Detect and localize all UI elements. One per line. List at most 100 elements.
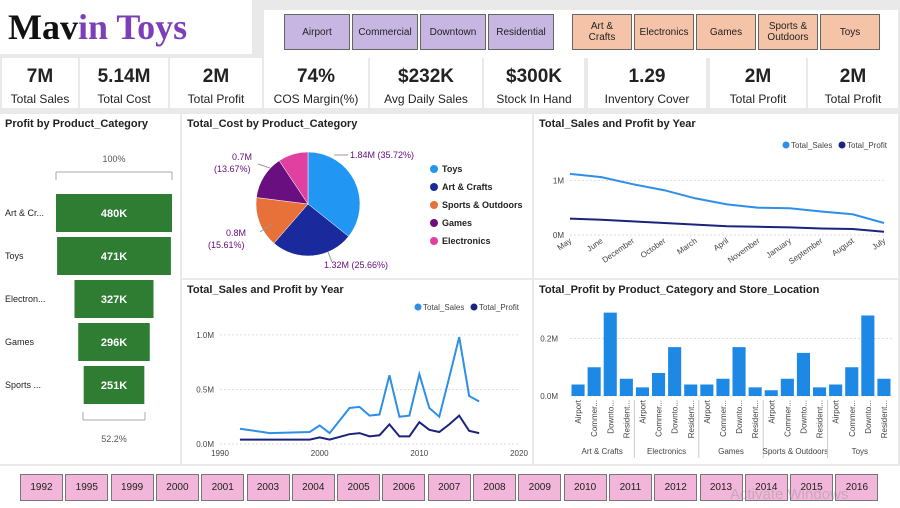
funnel-value-label: 296K — [101, 337, 127, 349]
profit-bar — [587, 367, 601, 396]
slicer-category-games[interactable]: Games — [696, 14, 756, 50]
year-slicer-2010[interactable]: 2010 — [563, 474, 607, 501]
year-slicer-2004[interactable]: 2004 — [291, 474, 335, 501]
funnel-value-label: 471K — [101, 251, 127, 263]
year-slicer-2005[interactable]: 2005 — [337, 474, 381, 501]
funnel-category-label: Games — [5, 337, 35, 347]
pie-legend-marker — [430, 183, 438, 191]
legend-label: Total_Profit — [847, 141, 888, 150]
kpi-card-total-profit-2: 2M Total Profit — [710, 58, 806, 108]
sales-year-line-chart: 0.0M 0.5M 1.0M 1990 2000 2010 2020 Total_Sales T… — [196, 303, 528, 458]
year-slicer-2009[interactable]: 2009 — [518, 474, 562, 501]
x-tick-label: Commer... — [783, 400, 792, 437]
x-tick-label: April — [712, 236, 730, 253]
group-label: Toys — [852, 447, 868, 456]
pie-legend-marker — [430, 237, 438, 245]
x-tick-label: Resident... — [687, 400, 696, 438]
legend-marker — [782, 141, 790, 149]
profit-bar — [861, 315, 875, 396]
x-tick-label: January — [764, 236, 792, 260]
slicer-location-downtown[interactable]: Downtown — [420, 14, 486, 50]
x-tick-label: November — [726, 236, 762, 265]
x-tick-label: Airport — [574, 399, 583, 423]
sales-month-line-chart: 0M1MMay JuneDecember October March AprilNove… — [553, 141, 888, 266]
pie-chart: 1.84M (35.72%) 1.32M (25.66%) 0.8M (15.61%)… — [208, 150, 523, 270]
x-tick-label: March — [675, 236, 698, 256]
slicer-location-commercial[interactable]: Commercial — [352, 14, 418, 50]
kpi-card-total-sales: 7M Total Sales — [2, 58, 78, 108]
sales-month-panel: Total_Sales and Profit by Year 0M 1M May Ju… — [534, 114, 898, 278]
y-tick-label: 1.0M — [196, 331, 214, 340]
y-tick-label: 0.0M — [540, 392, 558, 401]
pie-legend-marker — [430, 201, 438, 209]
pie-data-label: (13.67%) — [214, 164, 251, 174]
y-tick-label: 1M — [553, 176, 564, 185]
kpi-card-inventory-cover: 1.29 Inventory Cover — [588, 58, 706, 108]
x-tick-label: June — [585, 236, 605, 254]
year-slicer-2011[interactable]: 2011 — [608, 474, 652, 501]
x-tick-label: Resident... — [880, 400, 889, 438]
x-tick-label: Airport — [767, 399, 776, 423]
x-tick-label: September — [787, 236, 824, 266]
kpi-card-total-profit-3: 2M Total Profit — [808, 58, 898, 108]
x-tick-label: Commer... — [655, 400, 664, 437]
slicer-category-sports-outdoors[interactable]: Sports & Outdoors — [758, 14, 818, 50]
pie-legend-label: Art & Crafts — [442, 182, 493, 192]
funnel-category-label: Sports ... — [5, 380, 41, 390]
profit-cat-panel: Total_Profit by Product_Category and Sto… — [534, 280, 898, 464]
slicer-location-airport[interactable]: Airport — [284, 14, 350, 50]
year-slicer-2008[interactable]: 2008 — [473, 474, 516, 501]
profit-bar — [780, 378, 794, 396]
pie-legend-label: Electronics — [442, 236, 491, 246]
funnel-category-label: Art & Cr... — [5, 208, 44, 218]
sales-year-panel: Total_Sales and Profit by Year 0.0M 0.5M 1… — [182, 280, 532, 464]
slicer-category-toys[interactable]: Toys — [820, 14, 880, 50]
year-slicer-1995[interactable]: 1995 — [65, 474, 109, 501]
slicer-location-residential[interactable]: Residential — [488, 14, 554, 50]
profit-bar — [684, 384, 698, 396]
profit-bar — [764, 390, 778, 396]
x-tick-label: Resident... — [816, 400, 825, 438]
year-slicer-2000[interactable]: 2000 — [155, 474, 199, 501]
profit-cat-bar-chart: 0.0M 0.2M Airport Commer... Downto... Residen… — [540, 312, 892, 458]
profit-bar — [571, 384, 585, 396]
series-line — [239, 336, 480, 435]
funnel-value-label: 327K — [101, 294, 127, 306]
x-tick-label: Commer... — [848, 400, 857, 437]
year-slicer-2003[interactable]: 2003 — [246, 474, 290, 501]
group-label: Electronics — [647, 447, 686, 456]
slicer-category-art-crafts[interactable]: Art & Crafts — [572, 14, 632, 50]
profit-bar — [813, 387, 827, 396]
funnel-category-label: Toys — [5, 251, 24, 261]
slicer-category-electronics[interactable]: Electronics — [634, 14, 694, 50]
profit-bar — [652, 373, 666, 396]
series-line — [569, 217, 885, 233]
profit-bar — [619, 378, 633, 396]
x-tick-label: Downto... — [864, 400, 873, 434]
legend-marker — [414, 303, 422, 311]
kpi-card-total-profit: 2M Total Profit — [170, 58, 262, 108]
profit-bar — [716, 378, 730, 396]
year-slicer-2006[interactable]: 2006 — [382, 474, 426, 501]
pie-legend-label: Sports & Outdoors — [442, 200, 523, 210]
x-tick-label: 1990 — [211, 449, 229, 458]
profit-bar — [829, 384, 843, 396]
profit-bar — [700, 384, 714, 396]
kpi-card-avg-daily-sales: $232K Avg Daily Sales — [370, 58, 482, 108]
x-tick-label: December — [601, 236, 637, 265]
pie-data-label: 1.32M (25.66%) — [324, 260, 388, 270]
profit-bar — [796, 352, 810, 396]
series-line — [239, 414, 480, 441]
pie-legend-label: Games — [442, 218, 472, 228]
legend-label: Total_Sales — [423, 303, 464, 312]
profit-bar — [748, 387, 762, 396]
year-slicer-1999[interactable]: 1999 — [110, 474, 154, 501]
x-tick-label: Downto... — [606, 400, 615, 434]
year-slicer-2001[interactable]: 2001 — [201, 474, 245, 501]
year-slicer-2012[interactable]: 2012 — [654, 474, 698, 501]
profit-bar — [732, 347, 746, 396]
x-tick-label: Airport — [638, 399, 647, 423]
year-slicer-2007[interactable]: 2007 — [427, 474, 471, 501]
kpi-card-total-cost: 5.14M Total Cost — [80, 58, 168, 108]
year-slicer-1992[interactable]: 1992 — [20, 474, 63, 501]
